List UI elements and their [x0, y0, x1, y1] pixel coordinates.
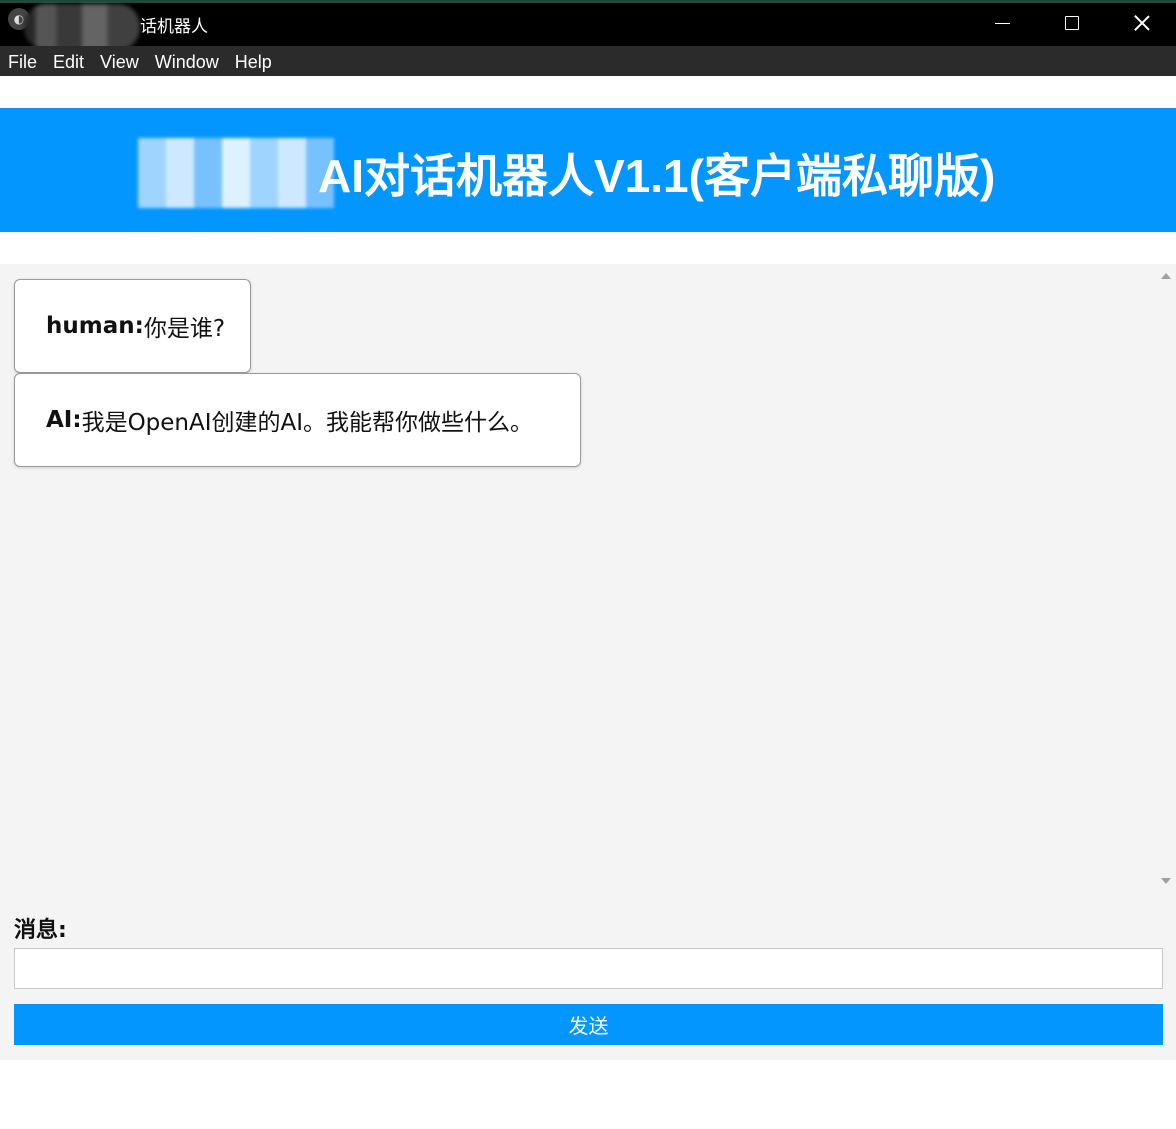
chat-panel: human: 你是谁? AI: 我是OpenAI创建的AI。我能帮你做些什么。 消息…	[0, 264, 1176, 1060]
chat-message-ai: AI: 我是OpenAI创建的AI。我能帮你做些什么。	[14, 373, 581, 467]
scroll-down-arrow-icon[interactable]	[1161, 878, 1171, 884]
close-icon	[1134, 15, 1150, 31]
menu-edit[interactable]: Edit	[45, 46, 92, 76]
message-speaker: human:	[46, 313, 144, 339]
menu-bar: File Edit View Window Help	[0, 46, 1176, 76]
window-title: 话机器人	[140, 17, 208, 37]
page-title: AI对话机器人V1.1(客户端私聊版)	[318, 150, 996, 202]
title-bar: ◐ 话机器人	[0, 0, 1176, 50]
menu-view[interactable]: View	[92, 46, 147, 76]
scroll-up-arrow-icon[interactable]	[1161, 273, 1171, 279]
chat-message-human: human: 你是谁?	[14, 279, 251, 373]
message-text: 你是谁?	[143, 316, 226, 342]
minimize-button[interactable]	[967, 0, 1037, 46]
close-button[interactable]	[1107, 0, 1176, 46]
minimize-icon	[994, 22, 1010, 24]
menu-window[interactable]: Window	[147, 46, 227, 76]
maximize-icon	[1065, 16, 1079, 30]
message-input[interactable]	[14, 948, 1163, 989]
chat-scrollbar[interactable]	[1156, 264, 1176, 891]
redacted-title-region	[24, 4, 140, 50]
chat-history[interactable]: human: 你是谁? AI: 我是OpenAI创建的AI。我能帮你做些什么。	[0, 264, 1156, 891]
message-speaker: AI:	[46, 407, 82, 433]
send-button[interactable]: 发送	[14, 1004, 1163, 1045]
message-label: 消息:	[14, 918, 67, 943]
redacted-banner-region	[138, 138, 334, 208]
message-text: 我是OpenAI创建的AI。我能帮你做些什么。	[81, 410, 534, 436]
menu-help[interactable]: Help	[227, 46, 280, 76]
maximize-button[interactable]	[1037, 0, 1107, 46]
menu-file[interactable]: File	[0, 46, 45, 76]
